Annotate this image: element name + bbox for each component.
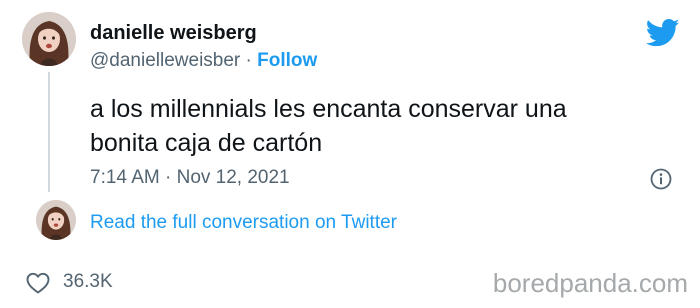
watermark-text: boredpanda.com — [492, 268, 688, 298]
heart-icon[interactable] — [26, 272, 50, 294]
author-handle-row: @danielleweisber · Follow — [90, 50, 317, 72]
info-icon[interactable] — [650, 168, 672, 190]
like-count: 36.3K — [63, 271, 113, 292]
tweet-text: a los millennials les encanta conservar … — [90, 92, 650, 160]
follow-button[interactable]: Follow — [257, 50, 317, 71]
author-handle[interactable]: @danielleweisber — [90, 50, 240, 71]
thread-line — [48, 72, 50, 192]
twitter-bird-icon[interactable] — [646, 18, 680, 48]
author-avatar[interactable] — [22, 12, 76, 66]
author-avatar-image — [22, 12, 76, 66]
tweet-timestamp[interactable]: 7:14 AM · Nov 12, 2021 — [90, 167, 290, 189]
read-conversation-link[interactable]: Read the full conversation on Twitter — [90, 212, 397, 234]
tweet-text-line: bonita caja de cartón — [90, 129, 323, 157]
handle-separator: · — [245, 50, 252, 71]
conversation-avatar-image — [36, 200, 76, 240]
author-display-name[interactable]: danielle weisberg — [90, 22, 257, 45]
tweet-text-line: a los millennials les encanta conservar … — [90, 95, 567, 123]
conversation-avatar[interactable] — [36, 200, 76, 240]
